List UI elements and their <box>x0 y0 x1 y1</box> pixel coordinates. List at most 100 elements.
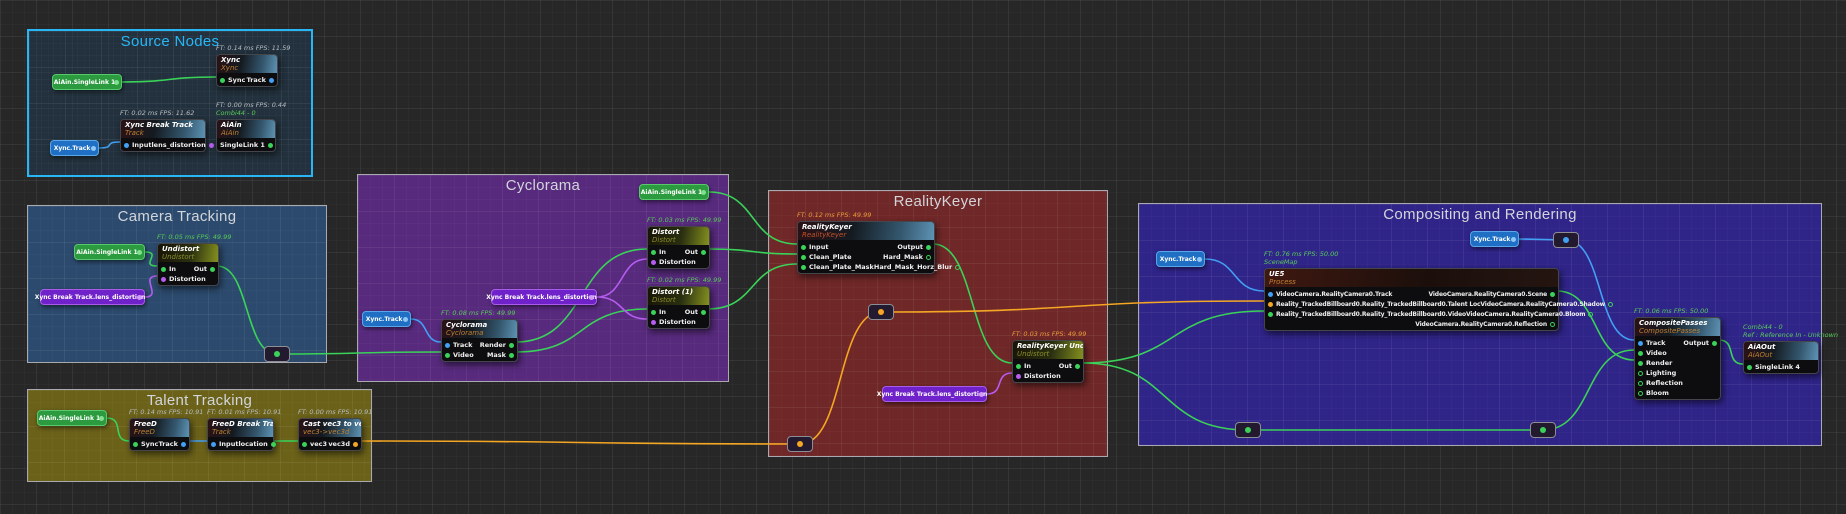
reroute-dot-compositing-reroute-left[interactable] <box>1235 422 1261 438</box>
port-dot-Track[interactable] <box>445 343 450 348</box>
port-dot-Reality_TrackedBillboard0.Reality_TrackedBillboard0.Talent Loc[interactable] <box>1268 302 1273 307</box>
port-dot-VideoCamera.RealityCamera0.Reflection[interactable] <box>1550 322 1555 327</box>
chip-port-dot[interactable] <box>1511 237 1516 242</box>
chip-talent-aiain-singlelink[interactable]: AiAin.SingleLink 1 <box>37 410 107 426</box>
port-dot-location[interactable] <box>271 442 276 447</box>
chip-camera-lens-distortion[interactable]: Xync Break Track.lens_distortion <box>40 289 145 305</box>
chip-cyclorama-lens-distortion[interactable]: Xync Break Track.lens_distortion <box>491 289 597 305</box>
port-dot-SingleLink 1[interactable] <box>268 143 273 148</box>
port-dot-In[interactable] <box>1016 364 1021 369</box>
node-realitykeyer-node[interactable]: RealityKeyerRealityKeyerInputOutputClean… <box>797 221 935 274</box>
port-dot-VideoCamera.RealityCamera0.Track[interactable] <box>1268 292 1273 297</box>
node-aiain[interactable]: AiAinAiAinSingleLink 1 <box>216 119 276 152</box>
node-distort-1[interactable]: Distort (1)DistortInOutDistortion <box>647 286 710 329</box>
chip-port-dot[interactable] <box>403 317 408 322</box>
port-dot-Video[interactable] <box>445 353 450 358</box>
node-freed[interactable]: FreeDFreeDSyncTrack <box>129 418 190 451</box>
port-dot-Track[interactable] <box>181 442 186 447</box>
chip-source-xync-track[interactable]: Xync.Track <box>50 140 99 156</box>
node-subtitle: RealityKeyer <box>802 231 930 239</box>
port-dot-VideoCamera.RealityCamera0.Shadow[interactable] <box>1608 302 1613 307</box>
node-realitykeyer-undistort[interactable]: RealityKeyer UndistortUndistortInOutDist… <box>1012 340 1084 383</box>
port-dot-Distortion[interactable] <box>161 277 166 282</box>
chip-port-dot[interactable] <box>979 392 984 397</box>
chip-camera-aiain-singlelink[interactable]: AiAin.SingleLink 1 <box>74 244 145 260</box>
port-dot-Input[interactable] <box>124 143 129 148</box>
chip-realitykeyer-lens-distortion[interactable]: Xync Break Track.lens_distortion <box>882 386 987 402</box>
reroute-dot-realitykeyer-reroute-bottom[interactable] <box>787 436 813 452</box>
chip-port-dot[interactable] <box>137 250 142 255</box>
port-dot-Sync[interactable] <box>133 442 138 447</box>
node-cast-vec3-to-vec3d[interactable]: Cast vec3 to vec3dvec3->vec3dvec3vec3d <box>298 418 362 451</box>
port-dot-Render[interactable] <box>1638 361 1643 366</box>
port-right: Track <box>159 440 187 448</box>
reroute-dot-compositing-reroute-right[interactable] <box>1530 422 1556 438</box>
port-dot-Reflection[interactable] <box>1638 381 1643 386</box>
port-dot-In[interactable] <box>161 267 166 272</box>
node-graph-canvas[interactable]: Source NodesCamera TrackingTalent Tracki… <box>0 0 1846 514</box>
port-dot-SingleLink 4[interactable] <box>1747 365 1752 370</box>
port-dot-Input[interactable] <box>211 442 216 447</box>
port-dot-Track[interactable] <box>1638 341 1643 346</box>
chip-port-dot[interactable] <box>91 146 96 151</box>
port-dot-Distortion[interactable] <box>651 260 656 265</box>
port-dot-Reality_TrackedBillboard0.Reality_TrackedBillboard0.Video[interactable] <box>1268 312 1273 317</box>
node-stats-note: FT: 0.02 ms FPS: 11.62 <box>120 109 194 117</box>
node-compositepasses[interactable]: CompositePassesCompositePassesTrackOutpu… <box>1634 317 1721 400</box>
port-dot-Render[interactable] <box>509 343 514 348</box>
port-dot-Out[interactable] <box>1075 364 1080 369</box>
chip-port-dot[interactable] <box>1197 257 1202 262</box>
port-dot-Distortion[interactable] <box>1016 374 1021 379</box>
port-dot-Input[interactable] <box>801 245 806 250</box>
port-row: InputOutput <box>798 242 934 252</box>
port-dot-Sync[interactable] <box>220 78 225 83</box>
port-dot-Output[interactable] <box>1712 341 1717 346</box>
node-aiaout[interactable]: AiAOutAiAOutSingleLink 4 <box>1743 341 1819 374</box>
node-header: XyncXync <box>217 55 277 73</box>
port-dot-Track[interactable] <box>269 78 274 83</box>
reroute-dot-camera-reroute[interactable] <box>264 346 290 362</box>
port-dot-Output[interactable] <box>926 245 931 250</box>
port-dot-In[interactable] <box>651 310 656 315</box>
port-dot-VideoCamera.RealityCamera0.Scene[interactable] <box>1550 292 1555 297</box>
chip-port-dot[interactable] <box>137 295 142 300</box>
port-dot-VideoCamera.RealityCamera0.Bloom[interactable] <box>1588 312 1593 317</box>
port-dot-Mask[interactable] <box>509 353 514 358</box>
port-label: Track <box>159 440 179 448</box>
chip-source-aiain-singlelink[interactable]: AiAin.SingleLink 1 <box>52 74 122 90</box>
port-dot-vec3d[interactable] <box>353 442 358 447</box>
node-xync[interactable]: XyncXyncSyncTrack <box>216 54 278 87</box>
reroute-dot-realitykeyer-reroute-top[interactable] <box>868 304 894 320</box>
port-dot-Hard_Mask[interactable] <box>926 255 931 260</box>
node-distort[interactable]: DistortDistortInOutDistortion <box>647 226 710 269</box>
chip-port-dot[interactable] <box>114 80 119 85</box>
chip-cyclorama-xync-track[interactable]: Xync.Track <box>362 311 411 327</box>
port-dot-Clean_Plate[interactable] <box>801 255 806 260</box>
node-subtitle: Cyclorama <box>446 329 513 337</box>
chip-port-dot[interactable] <box>589 295 594 300</box>
node-cyclorama-node[interactable]: CycloramaCycloramaTrackRenderVideoMask <box>441 319 518 362</box>
port-dot-Out[interactable] <box>701 250 706 255</box>
port-dot-Distortion[interactable] <box>651 320 656 325</box>
port-dot-Video[interactable] <box>1638 351 1643 356</box>
node-ue5[interactable]: UE5ProcessVideoCamera.RealityCamera0.Tra… <box>1264 268 1559 331</box>
port-dot-Lighting[interactable] <box>1638 371 1643 376</box>
chip-compositing-xync-track-top[interactable]: Xync.Track <box>1470 231 1519 247</box>
chip-cyclorama-aiain-singlelink[interactable]: AiAin.SingleLink 1 <box>639 184 709 200</box>
node-xync-break-track[interactable]: Xync Break TrackTrackInputlens_distortio… <box>120 119 206 152</box>
port-dot-Out[interactable] <box>210 267 215 272</box>
port-dot-lens_distortion[interactable] <box>209 143 214 148</box>
port-label: Hard_Mask <box>883 253 923 261</box>
chip-compositing-xync-track-left[interactable]: Xync.Track <box>1156 251 1205 267</box>
reroute-dot-compositing-reroute-blue[interactable] <box>1553 232 1579 248</box>
port-dot-Clean_Plate_Mask[interactable] <box>801 265 806 270</box>
chip-port-dot[interactable] <box>99 416 104 421</box>
chip-port-dot[interactable] <box>701 190 706 195</box>
node-freed-break-track[interactable]: FreeD Break TrackTrackInputlocation <box>207 418 274 451</box>
port-dot-In[interactable] <box>651 250 656 255</box>
port-dot-Bloom[interactable] <box>1638 391 1643 396</box>
port-dot-Hard_Mask_Horz_Blur[interactable] <box>955 265 960 270</box>
port-dot-vec3[interactable] <box>302 442 307 447</box>
node-undistort[interactable]: UndistortUndistortInOutDistortion <box>157 243 219 286</box>
port-dot-Out[interactable] <box>701 310 706 315</box>
